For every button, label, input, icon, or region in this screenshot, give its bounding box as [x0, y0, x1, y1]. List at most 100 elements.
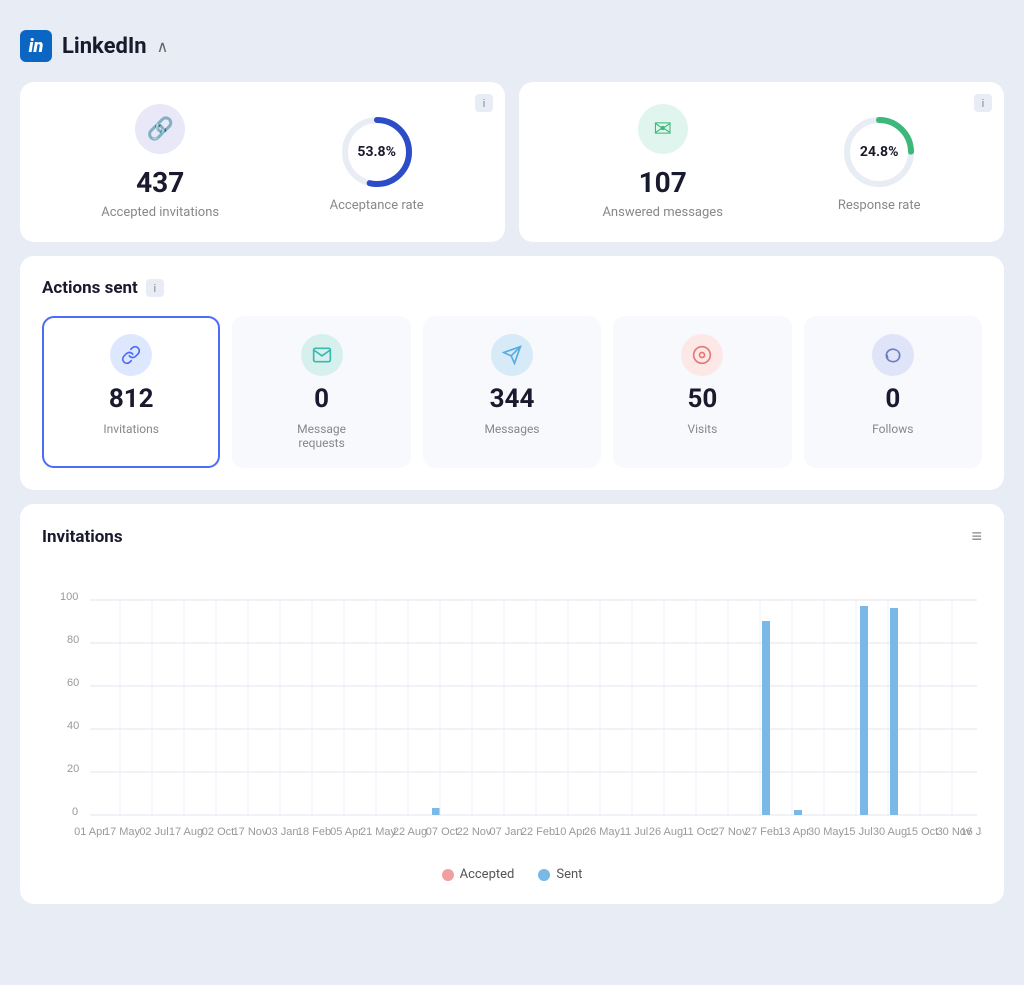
svg-text:22 Aug: 22 Aug	[393, 826, 427, 838]
svg-text:13 Apr: 13 Apr	[778, 826, 810, 838]
messages-count: 344	[490, 384, 535, 414]
messages-label: Messages	[484, 422, 539, 436]
actions-title: Actions sent	[42, 278, 138, 298]
acceptance-rate-value: 53.8%	[357, 144, 396, 160]
invitations-info-icon[interactable]: i	[475, 94, 493, 112]
svg-text:40: 40	[67, 720, 79, 732]
action-card-message-requests[interactable]: 0 Messagerequests	[232, 316, 410, 468]
svg-text:07 Oct: 07 Oct	[426, 826, 458, 838]
answered-messages-stat: ✉ 107 Answered messages	[602, 104, 722, 220]
answered-messages-label: Answered messages	[602, 205, 722, 220]
svg-text:22 Feb: 22 Feb	[521, 826, 555, 838]
svg-text:03 Jan: 03 Jan	[265, 826, 298, 838]
invitations-label: Invitations	[103, 422, 159, 436]
legend-accepted: Accepted	[442, 867, 515, 882]
svg-text:10 Apr: 10 Apr	[554, 826, 586, 838]
chart-svg: .grid-line { stroke: #e0e5f0; stroke-wid…	[42, 557, 982, 857]
svg-text:01 Apr: 01 Apr	[74, 826, 106, 838]
messages-info-icon[interactable]: i	[974, 94, 992, 112]
acceptance-rate-stat: 53.8% Acceptance rate	[330, 112, 424, 213]
follows-count: 0	[885, 384, 900, 414]
acceptance-rate-progress: 53.8%	[337, 112, 417, 192]
accepted-legend-dot	[442, 869, 454, 881]
action-card-follows[interactable]: 0 Follows	[804, 316, 982, 468]
sent-legend-label: Sent	[556, 867, 582, 882]
follows-action-icon	[872, 334, 914, 376]
top-stats: i 🔗 437 Accepted invitations 53.8%	[20, 82, 1004, 242]
svg-text:22 Nov: 22 Nov	[457, 826, 492, 838]
message-icon: ✉	[638, 104, 688, 154]
svg-text:30 Aug: 30 Aug	[873, 826, 907, 838]
messages-card-inner: ✉ 107 Answered messages 24.8% Response r…	[545, 104, 978, 220]
message-requests-action-icon	[301, 334, 343, 376]
svg-text:30 May: 30 May	[808, 826, 845, 838]
visits-label: Visits	[687, 422, 717, 436]
message-requests-label: Messagerequests	[297, 422, 346, 450]
svg-text:17 May: 17 May	[104, 826, 141, 838]
svg-text:11 Jul: 11 Jul	[620, 826, 649, 838]
svg-text:16 Jan: 16 Jan	[960, 826, 982, 838]
svg-text:18 Feb: 18 Feb	[297, 826, 331, 838]
response-rate-progress: 24.8%	[839, 112, 919, 192]
invitations-card: i 🔗 437 Accepted invitations 53.8%	[20, 82, 505, 242]
chevron-up-icon[interactable]: ∧	[157, 37, 169, 56]
svg-text:26 May: 26 May	[584, 826, 621, 838]
action-card-visits[interactable]: 50 Visits	[613, 316, 791, 468]
action-card-messages[interactable]: 344 Messages	[423, 316, 601, 468]
svg-text:02 Jul: 02 Jul	[139, 826, 168, 838]
accepted-legend-label: Accepted	[460, 867, 515, 882]
svg-text:17 Nov: 17 Nov	[233, 826, 268, 838]
invitations-card-inner: 🔗 437 Accepted invitations 53.8% Accepta…	[46, 104, 479, 220]
linkedin-icon: in	[20, 30, 52, 62]
response-rate-value: 24.8%	[860, 144, 899, 160]
page-container: in LinkedIn ∧ i 🔗 437 Accepted invitatio…	[20, 20, 1004, 904]
action-card-invitations[interactable]: 812 Invitations	[42, 316, 220, 468]
header: in LinkedIn ∧	[20, 20, 1004, 82]
chart-header: Invitations ≡	[42, 526, 982, 547]
svg-text:26 Aug: 26 Aug	[649, 826, 683, 838]
svg-text:17 Aug: 17 Aug	[169, 826, 203, 838]
action-cards: 812 Invitations 0 Messagerequests	[42, 316, 982, 468]
svg-text:80: 80	[67, 634, 79, 646]
svg-text:100: 100	[60, 591, 78, 603]
messages-card: i ✉ 107 Answered messages 24.8% Resp	[519, 82, 1004, 242]
svg-text:05 Apr: 05 Apr	[330, 826, 362, 838]
svg-text:07 Jan: 07 Jan	[489, 826, 522, 838]
legend-sent: Sent	[538, 867, 582, 882]
svg-text:02 Oct: 02 Oct	[202, 826, 234, 838]
svg-text:15 Jul: 15 Jul	[843, 826, 872, 838]
svg-text:27 Feb: 27 Feb	[745, 826, 779, 838]
svg-text:60: 60	[67, 677, 79, 689]
acceptance-rate-label: Acceptance rate	[330, 198, 424, 213]
follows-label: Follows	[872, 422, 913, 436]
svg-text:27 Nov: 27 Nov	[713, 826, 748, 838]
answered-messages-value: 107	[639, 166, 687, 199]
response-rate-label: Response rate	[838, 198, 921, 213]
visits-count: 50	[687, 384, 717, 414]
svg-text:0: 0	[72, 806, 78, 818]
chart-legend: Accepted Sent	[42, 867, 982, 882]
actions-info-icon[interactable]: i	[146, 279, 164, 297]
actions-section: Actions sent i 812 Invitations	[20, 256, 1004, 490]
accepted-invitations-stat: 🔗 437 Accepted invitations	[101, 104, 219, 220]
response-rate-stat: 24.8% Response rate	[838, 112, 921, 213]
invitations-count: 812	[109, 384, 154, 414]
accepted-invitations-label: Accepted invitations	[101, 205, 219, 220]
chart-title: Invitations	[42, 527, 123, 547]
message-requests-count: 0	[314, 384, 329, 414]
link-icon: 🔗	[135, 104, 185, 154]
chart-area: .grid-line { stroke: #e0e5f0; stroke-wid…	[42, 557, 982, 857]
messages-action-icon	[491, 334, 533, 376]
svg-text:15 Oct: 15 Oct	[906, 826, 938, 838]
invitations-action-icon	[110, 334, 152, 376]
svg-text:20: 20	[67, 763, 79, 775]
page-title: LinkedIn	[62, 34, 147, 59]
svg-text:21 May: 21 May	[360, 826, 397, 838]
accepted-invitations-value: 437	[136, 166, 184, 199]
sent-legend-dot	[538, 869, 550, 881]
actions-section-header: Actions sent i	[42, 278, 982, 298]
chart-section: Invitations ≡ .grid-line { stroke: #e0e5…	[20, 504, 1004, 904]
chart-menu-icon[interactable]: ≡	[971, 526, 982, 547]
svg-text:11 Oct: 11 Oct	[682, 826, 714, 838]
visits-action-icon	[681, 334, 723, 376]
